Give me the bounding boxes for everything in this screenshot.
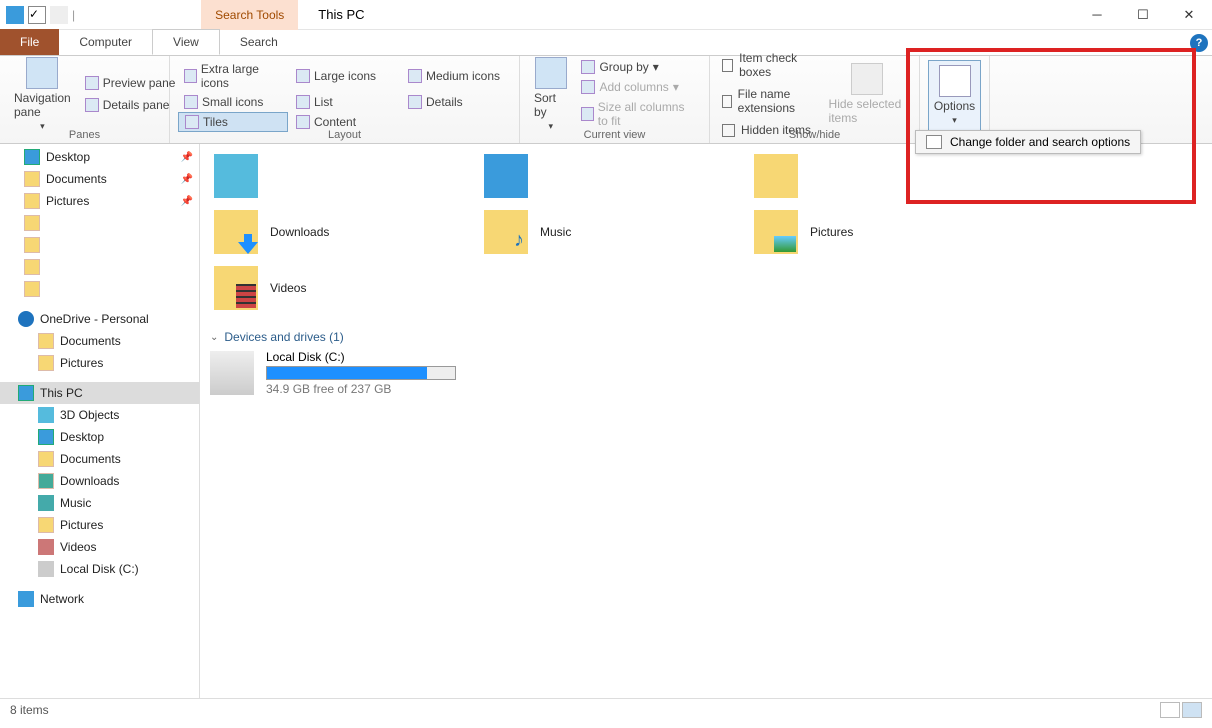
tab-file[interactable]: File [0, 29, 59, 55]
window-title: This PC [318, 7, 364, 22]
folder-tile-partial3[interactable] [750, 148, 980, 204]
tree-unnamed-folder[interactable] [0, 212, 199, 234]
search-tools-context-tab[interactable]: Search Tools [201, 0, 298, 30]
tree-onedrive-documents[interactable]: Documents [0, 330, 199, 352]
options-dropdown-item[interactable]: Change folder and search options [915, 130, 1141, 154]
layout-list[interactable]: List [290, 93, 400, 111]
minimize-button[interactable]: ─ [1074, 0, 1120, 30]
group-by-button[interactable]: Group by ▾ [575, 58, 701, 76]
tree-music[interactable]: Music [0, 492, 199, 514]
status-bar: 8 items [0, 698, 1212, 720]
tree-desktop[interactable]: Desktop📌 [0, 146, 199, 168]
tab-computer[interactable]: Computer [59, 29, 152, 55]
item-check-boxes[interactable]: Item check boxes [718, 49, 821, 81]
tree-3d-objects[interactable]: 3D Objects [0, 404, 199, 426]
tree-pictures[interactable]: Pictures📌 [0, 190, 199, 212]
section-devices-drives[interactable]: ⌄Devices and drives (1) [210, 330, 1202, 344]
drive-usage-bar [266, 366, 456, 380]
group-label-panes: Panes [0, 129, 169, 141]
drive-free-text: 34.9 GB free of 237 GB [266, 382, 456, 396]
qat-sep: | [72, 8, 75, 22]
tree-this-pc[interactable]: This PC [0, 382, 199, 404]
tree-local-disk[interactable]: Local Disk (C:) [0, 558, 199, 580]
file-name-extensions[interactable]: File name extensions [718, 85, 821, 117]
folder-tile-downloads[interactable]: Downloads [210, 204, 440, 260]
tree-pictures2[interactable]: Pictures [0, 514, 199, 536]
hide-selected-button: Hide selected items [823, 59, 911, 129]
tree-unnamed-folder[interactable] [0, 278, 199, 300]
group-label-layout: Layout [170, 129, 519, 141]
tree-unnamed-folder[interactable] [0, 234, 199, 256]
pin-icon: 📌 [181, 174, 193, 185]
view-tiles-button[interactable] [1182, 702, 1202, 718]
system-icon[interactable] [6, 6, 24, 24]
group-label-showhide: Show/hide [710, 129, 919, 141]
group-label-currentview: Current view [520, 129, 709, 141]
folder-tile-music[interactable]: ♪Music [480, 204, 710, 260]
tree-network[interactable]: Network [0, 588, 199, 610]
tree-documents2[interactable]: Documents [0, 448, 199, 470]
qat-dropdown-icon[interactable] [50, 6, 68, 24]
layout-medium-icons[interactable]: Medium icons [402, 67, 512, 85]
view-details-button[interactable] [1160, 702, 1180, 718]
tab-search[interactable]: Search [220, 29, 298, 55]
status-item-count: 8 items [10, 703, 49, 717]
folder-tile-pictures[interactable]: Pictures [750, 204, 980, 260]
titlebar: ✓ | Search Tools This PC ─ ☐ ✕ [0, 0, 1212, 30]
drive-local-disk-c[interactable]: Local Disk (C:) 34.9 GB free of 237 GB [210, 350, 460, 396]
close-button[interactable]: ✕ [1166, 0, 1212, 30]
tree-documents[interactable]: Documents📌 [0, 168, 199, 190]
qat-checked-icon[interactable]: ✓ [28, 6, 46, 24]
pin-icon: 📌 [181, 152, 193, 163]
folder-tile-partial2[interactable] [480, 148, 710, 204]
add-columns-button: Add columns ▾ [575, 78, 701, 96]
tree-onedrive-pictures[interactable]: Pictures [0, 352, 199, 374]
layout-small-icons[interactable]: Small icons [178, 93, 288, 111]
tree-downloads[interactable]: Downloads [0, 470, 199, 492]
maximize-button[interactable]: ☐ [1120, 0, 1166, 30]
tree-desktop2[interactable]: Desktop [0, 426, 199, 448]
layout-details[interactable]: Details [402, 93, 512, 111]
tree-videos[interactable]: Videos [0, 536, 199, 558]
disk-icon [210, 351, 254, 395]
tree-onedrive[interactable]: OneDrive - Personal [0, 308, 199, 330]
options-button[interactable]: Options▾ [928, 60, 981, 131]
nav-tree[interactable]: Desktop📌 Documents📌 Pictures📌 OneDrive -… [0, 144, 200, 698]
layout-large-icons[interactable]: Large icons [290, 67, 400, 85]
tree-unnamed-folder[interactable] [0, 256, 199, 278]
folder-tile-partial1[interactable] [210, 148, 440, 204]
layout-extra-large-icons[interactable]: Extra large icons [178, 60, 288, 92]
tab-view[interactable]: View [152, 29, 220, 55]
drive-name: Local Disk (C:) [266, 350, 456, 364]
ribbon: Navigation pane▾ Preview pane Details pa… [0, 56, 1212, 144]
folder-options-icon [926, 135, 942, 149]
content-pane[interactable]: Downloads ♪Music Pictures Videos ⌄Device… [200, 144, 1212, 698]
navigation-pane-button[interactable]: Navigation pane▾ [8, 53, 77, 136]
sort-by-button[interactable]: Sort by▾ [528, 53, 573, 136]
folder-tile-videos[interactable]: Videos [210, 260, 440, 316]
ribbon-tabs: File Computer View Search [0, 30, 1212, 56]
pin-icon: 📌 [181, 196, 193, 207]
help-icon[interactable]: ? [1190, 34, 1208, 52]
size-columns-button: Size all columns to fit [575, 98, 701, 130]
chevron-down-icon: ⌄ [210, 332, 218, 343]
